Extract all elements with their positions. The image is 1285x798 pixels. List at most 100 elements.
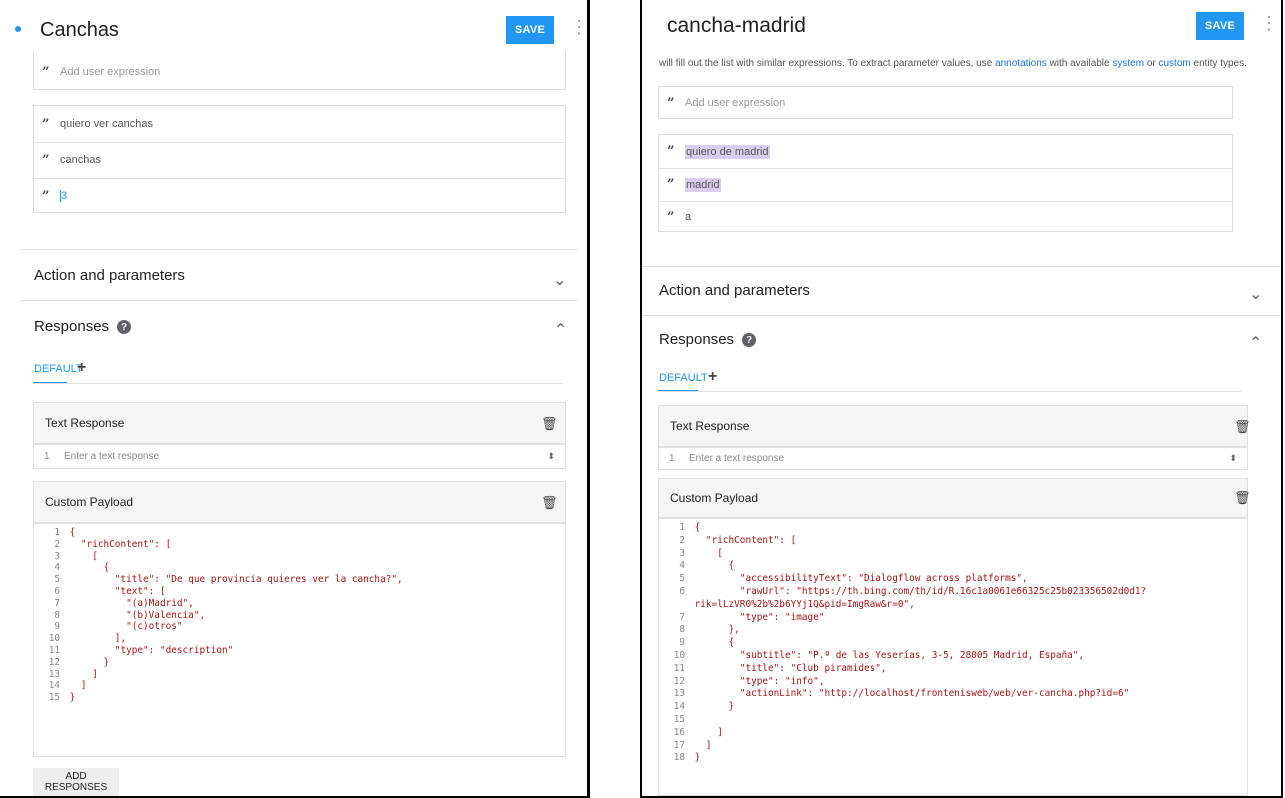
code-text: ],	[64, 633, 127, 645]
code-text: ]	[689, 739, 712, 751]
responses-header[interactable]: Responses?	[659, 331, 757, 348]
code-text: }	[689, 701, 735, 713]
payload-code-editor[interactable]: 1 {2 "richContent": [3 [4 {5 "title": "D…	[33, 523, 566, 757]
code-line: 7 "type": "image"	[659, 612, 1247, 623]
code-text: rik=lLzVR0%2b%2b6YYj1Q&pid=ImgRaw&r=0",	[689, 598, 915, 610]
code-line: 12 }	[34, 657, 565, 668]
text-response-input[interactable]: 1 Enter a text response ⬍	[658, 447, 1248, 470]
help-icon[interactable]: ?	[117, 320, 132, 335]
add-expression-box[interactable]: ” Add user expression	[33, 52, 566, 90]
chevron-down-icon[interactable]: ⌄	[1249, 284, 1262, 304]
stepper-icon[interactable]: ⬍	[547, 451, 555, 462]
list-item[interactable]: ” 3	[34, 178, 565, 214]
line-number: 1	[679, 522, 685, 533]
delete-icon[interactable]: 🗑	[1234, 419, 1251, 435]
tab-default[interactable]: DEFAULT	[659, 372, 708, 384]
more-vert-icon[interactable]: ⋮	[1260, 14, 1278, 32]
code-text: "accessibilityText": "Dialogflow across …	[689, 573, 1028, 585]
line-number: 3	[679, 547, 685, 559]
right-intent-panel: cancha-madrid SAVE ⋮ will fill out the l…	[640, 0, 1283, 798]
code-line: 3 [	[659, 548, 1247, 559]
code-line: 2 "richContent": [	[34, 539, 565, 550]
code-line: 11 "type": "description"	[34, 645, 565, 656]
code-text: }	[64, 692, 76, 704]
help-icon[interactable]: ?	[742, 333, 757, 348]
add-expression-input[interactable]: Add user expression	[685, 97, 785, 109]
quote-icon: ”	[42, 64, 50, 80]
list-item[interactable]: ” canchas	[34, 142, 565, 178]
quote-icon: ”	[667, 144, 675, 159]
intent-title[interactable]: cancha-madrid	[667, 14, 806, 38]
add-responses-button[interactable]: ADD RESPONSES	[33, 768, 119, 796]
code-text: "(c)otros"	[64, 621, 183, 633]
text-response-header: Text Response	[658, 405, 1248, 447]
chevron-down-icon[interactable]: ⌄	[553, 270, 566, 290]
quote-icon: ”	[42, 152, 50, 168]
chevron-up-icon[interactable]: ⌃	[554, 320, 567, 340]
list-item[interactable]: ” a	[659, 201, 1232, 233]
responses-header[interactable]: Responses?	[34, 318, 132, 335]
add-tab-icon[interactable]: +	[77, 359, 86, 377]
code-line: 12 "type": "info",	[659, 676, 1247, 687]
list-item[interactable]: ” quiero ver canchas	[34, 106, 565, 142]
chevron-up-icon[interactable]: ⌃	[1249, 333, 1262, 353]
add-expression-input[interactable]: Add user expression	[60, 66, 160, 78]
save-button[interactable]: SAVE	[1196, 12, 1244, 40]
line-number: 15	[673, 714, 685, 725]
tab-default[interactable]: DEFAULT	[34, 363, 83, 375]
line-number: 13	[48, 668, 60, 680]
delete-icon[interactable]: 🗑	[1234, 490, 1251, 506]
custom-payload-header: Custom Payload	[33, 481, 566, 523]
system-link[interactable]: system	[1112, 58, 1144, 69]
code-line: 13 ]	[34, 669, 565, 680]
code-line: 15 }	[34, 692, 565, 703]
stepper-icon[interactable]: ⬍	[1229, 453, 1237, 464]
quote-icon: ”	[667, 209, 675, 225]
line-number: 5	[679, 573, 685, 585]
line-number: 8	[54, 609, 60, 621]
action-parameters-header[interactable]: Action and parameters	[34, 267, 185, 284]
quote-icon: ”	[42, 116, 50, 132]
code-text: [	[64, 550, 98, 562]
code-line: 8 },	[659, 624, 1247, 635]
code-line: 14 ]	[34, 680, 565, 691]
custom-link[interactable]: custom	[1159, 58, 1191, 69]
line-number: 9	[679, 637, 685, 649]
expressions-list: ” quiero de madrid ” madrid ” a	[658, 134, 1233, 232]
payload-code-editor[interactable]: 1 {2 "richContent": [3 [4 {5 "accessibil…	[658, 518, 1248, 796]
save-button[interactable]: SAVE	[506, 16, 554, 44]
code-line: 3 [	[34, 551, 565, 562]
code-line: 8 "(b)Valencia",	[34, 610, 565, 621]
text-response-input[interactable]: 1 Enter a text response ⬍	[33, 444, 566, 469]
code-line: 15	[659, 714, 1247, 725]
line-number: 16	[673, 726, 685, 738]
code-text: "subtitle": "P.º de las Yeserías, 3-5, 2…	[689, 650, 1085, 661]
code-text: "(a)Madrid",	[64, 597, 194, 609]
action-parameters-header[interactable]: Action and parameters	[659, 282, 810, 299]
line-number: 1	[54, 527, 60, 538]
code-text: }	[689, 752, 701, 764]
list-item[interactable]: ” quiero de madrid	[659, 135, 1232, 168]
line-number: 14	[673, 701, 685, 713]
code-line: 16 ]	[659, 727, 1247, 738]
list-item[interactable]: ” madrid	[659, 168, 1232, 201]
add-tab-icon[interactable]: +	[708, 368, 717, 386]
training-hint-text: will fill out the list with similar expr…	[659, 58, 1247, 69]
code-text: "type": "info",	[689, 675, 825, 687]
code-line: 10 ],	[34, 633, 565, 644]
annotations-link[interactable]: annotations	[995, 58, 1047, 69]
code-line: 4 {	[659, 560, 1247, 571]
add-expression-box[interactable]: ” Add user expression	[658, 86, 1233, 119]
code-line: 5 "title": "De que provincia quieres ver…	[34, 574, 565, 585]
code-line: 1 {	[659, 522, 1247, 533]
custom-payload-header: Custom Payload	[658, 478, 1248, 518]
more-vert-icon[interactable]: ⋮	[570, 18, 587, 36]
delete-icon[interactable]: 🗑	[541, 495, 558, 511]
line-number: 10	[48, 633, 60, 645]
intent-title[interactable]: Canchas	[40, 19, 119, 42]
delete-icon[interactable]: 🗑	[541, 416, 558, 432]
code-line: 6 "text": [	[34, 586, 565, 597]
line-number: 11	[673, 662, 685, 674]
code-text: {	[64, 562, 110, 574]
